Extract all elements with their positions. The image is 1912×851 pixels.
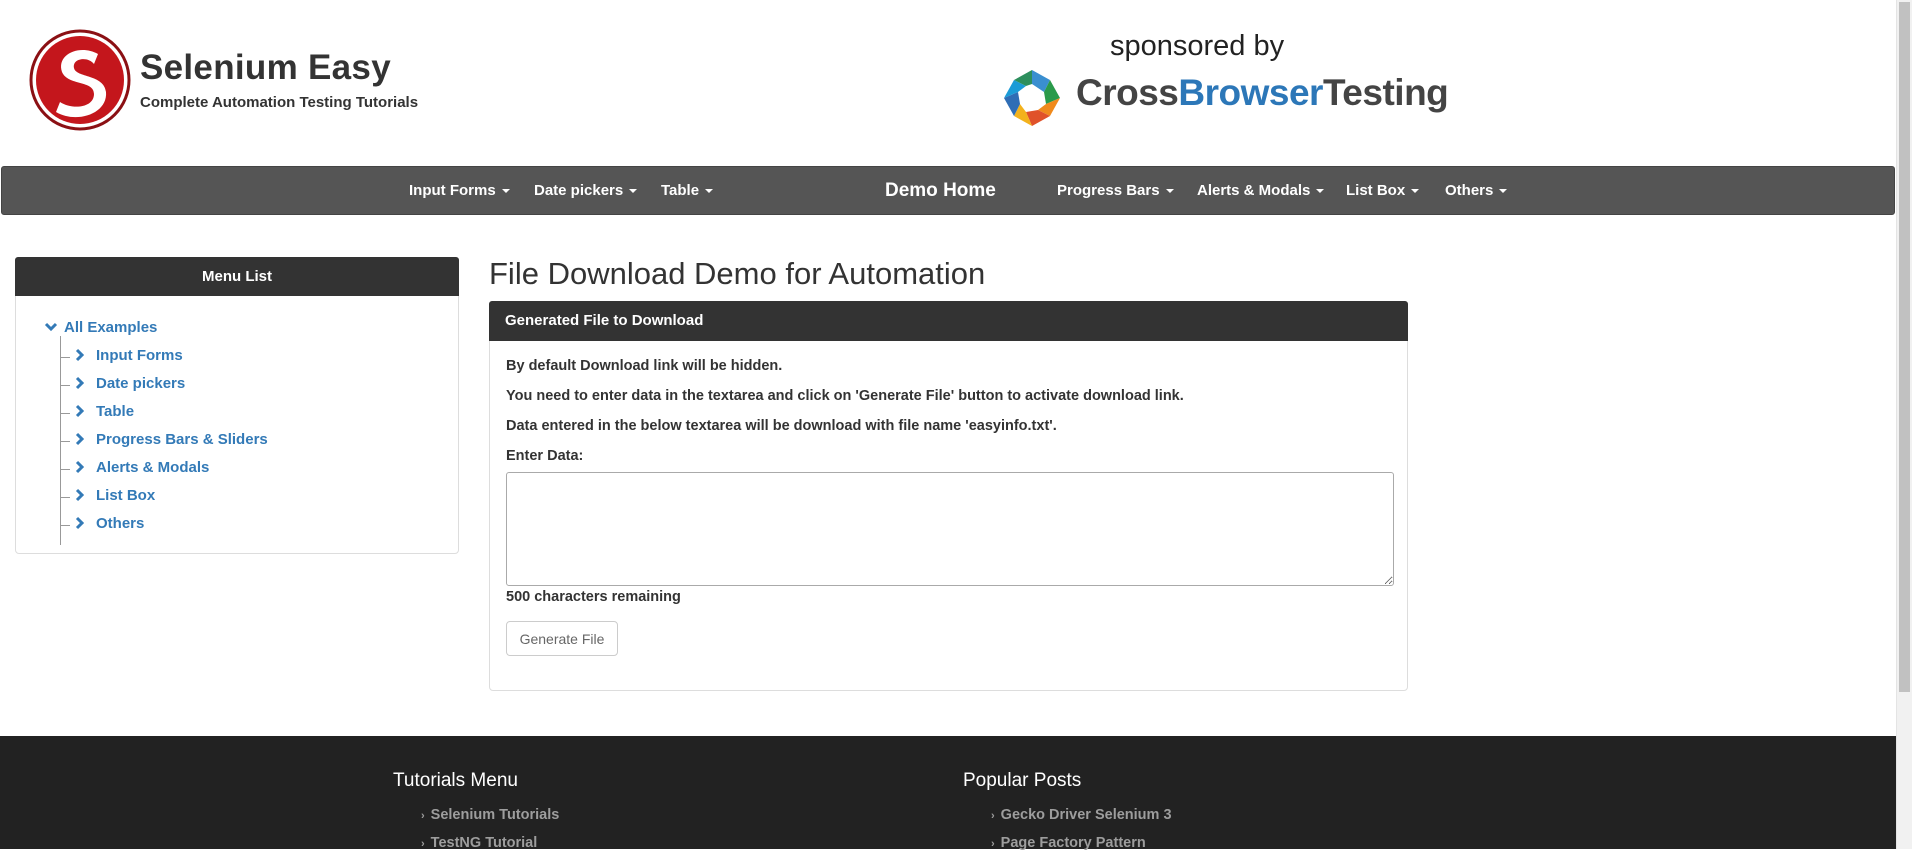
- chevron-right-icon: [75, 376, 84, 390]
- tree-item-input-forms[interactable]: Input Forms: [74, 347, 183, 364]
- sponsor-name-testing: Testing: [1322, 72, 1449, 113]
- nav-label: Others: [1445, 182, 1494, 199]
- nav-others[interactable]: Others: [1445, 167, 1508, 216]
- nav-date-pickers[interactable]: Date pickers: [534, 167, 638, 216]
- tree-item-label: List Box: [96, 487, 156, 504]
- menu-list-panel: Menu List All Examples Input Forms Date …: [15, 257, 459, 554]
- scrollbar-thumb[interactable]: [1899, 2, 1910, 692]
- bullet-chevron-icon: ›: [991, 810, 995, 822]
- data-textarea[interactable]: [506, 472, 1394, 586]
- footer-link-gecko-driver[interactable]: › Gecko Driver Selenium 3: [991, 807, 1172, 823]
- chevron-down-icon: [44, 322, 58, 332]
- tutorials-menu-heading: Tutorials Menu: [393, 770, 518, 791]
- tree-item-list-box[interactable]: List Box: [74, 487, 155, 504]
- chevron-right-icon: [75, 348, 84, 362]
- footer-link-selenium-tutorials[interactable]: › Selenium Tutorials: [421, 807, 559, 823]
- tree-item-progress-bars[interactable]: Progress Bars & Sliders: [74, 431, 268, 448]
- caret-down-icon: [1411, 189, 1420, 194]
- tree-connector: [60, 441, 70, 442]
- tree-connector: [60, 357, 70, 358]
- info-line-instructions: You need to enter data in the textarea a…: [506, 388, 1184, 404]
- nav-label: Table: [661, 182, 700, 199]
- tree-connector: [60, 413, 70, 414]
- selenium-easy-logo-icon[interactable]: [28, 28, 132, 132]
- chevron-right-icon: [75, 432, 84, 446]
- crossbrowsertesting-logo-icon: [1004, 70, 1060, 126]
- brand-subtitle: Complete Automation Testing Tutorials: [140, 94, 419, 111]
- menu-tree: All Examples Input Forms Date pickers Ta…: [16, 258, 458, 553]
- brand-title[interactable]: Selenium Easy: [140, 48, 391, 88]
- nav-label: Alerts & Modals: [1197, 182, 1311, 199]
- sponsor-by-text: sponsored by: [1110, 30, 1285, 62]
- panel-title: Generated File to Download: [489, 301, 1408, 341]
- tree-root-all-examples[interactable]: All Examples: [44, 319, 157, 336]
- tree-item-others[interactable]: Others: [74, 515, 144, 532]
- chevron-right-icon: [75, 460, 84, 474]
- site-footer: Tutorials Menu › Selenium Tutorials › Test…: [0, 736, 1896, 851]
- sponsor-banner[interactable]: sponsored by CrossBrowserTesting: [1000, 30, 1449, 130]
- tree-connector: [60, 469, 70, 470]
- nav-list-box[interactable]: List Box: [1346, 167, 1420, 216]
- nav-input-forms[interactable]: Input Forms: [409, 167, 510, 216]
- page-title: File Download Demo for Automation: [489, 256, 986, 291]
- tree-item-label: Table: [96, 403, 135, 420]
- nav-label: Input Forms: [409, 182, 496, 199]
- tree-item-label: Input Forms: [96, 347, 183, 364]
- footer-link-label: Selenium Tutorials: [430, 807, 560, 823]
- tree-connector: [60, 497, 70, 498]
- tree-item-label: Others: [96, 515, 145, 532]
- caret-down-icon: [705, 189, 714, 194]
- caret-down-icon: [629, 189, 638, 194]
- tree-item-table[interactable]: Table: [74, 403, 134, 420]
- nav-label: List Box: [1346, 182, 1406, 199]
- main-navbar: Input Forms Date pickers Table Demo Home…: [1, 166, 1895, 215]
- chars-remaining-text: 500 characters remaining: [506, 589, 681, 605]
- generate-file-button[interactable]: Generate File: [506, 621, 618, 656]
- chevron-right-icon: [75, 488, 84, 502]
- tree-item-date-pickers[interactable]: Date pickers: [74, 375, 185, 392]
- bullet-chevron-icon: ›: [421, 810, 425, 822]
- tree-item-label: Progress Bars & Sliders: [96, 431, 268, 448]
- nav-label: Progress Bars: [1057, 182, 1160, 199]
- caret-down-icon: [1165, 189, 1174, 194]
- nav-demo-home[interactable]: Demo Home: [885, 167, 996, 216]
- bullet-chevron-icon: ›: [991, 838, 995, 850]
- tree-item-label: Alerts & Modals: [96, 459, 210, 476]
- caret-down-icon: [1316, 189, 1325, 194]
- sponsor-name-cross: Cross: [1076, 72, 1179, 113]
- nav-progress-bars[interactable]: Progress Bars: [1057, 167, 1174, 216]
- file-download-panel: Generated File to Download By default Do…: [489, 301, 1408, 691]
- caret-down-icon: [501, 189, 510, 194]
- bullet-chevron-icon: ›: [421, 838, 425, 850]
- tree-connector: [60, 385, 70, 386]
- site-header: Selenium Easy Complete Automation Testin…: [0, 0, 1896, 165]
- tree-connector: [60, 525, 70, 526]
- tree-item-alerts-modals[interactable]: Alerts & Modals: [74, 459, 209, 476]
- tree-root-label: All Examples: [64, 319, 158, 336]
- popular-posts-heading: Popular Posts: [963, 770, 1082, 791]
- enter-data-label: Enter Data:: [506, 448, 584, 464]
- footer-link-label: Gecko Driver Selenium 3: [1000, 807, 1172, 823]
- info-line-filename: Data entered in the below textarea will …: [506, 418, 1057, 434]
- sponsor-name-browser: Browser: [1178, 72, 1323, 113]
- vertical-scrollbar[interactable]: [1896, 0, 1912, 849]
- nav-alerts-modals[interactable]: Alerts & Modals: [1197, 167, 1325, 216]
- chevron-right-icon: [75, 404, 84, 418]
- caret-down-icon: [1499, 189, 1508, 194]
- nav-label: Date pickers: [534, 182, 624, 199]
- nav-table[interactable]: Table: [661, 167, 714, 216]
- sponsor-name: CrossBrowserTesting: [1076, 72, 1449, 114]
- tree-item-label: Date pickers: [96, 375, 186, 392]
- chevron-right-icon: [75, 516, 84, 530]
- info-line-hidden: By default Download link will be hidden.: [506, 358, 783, 374]
